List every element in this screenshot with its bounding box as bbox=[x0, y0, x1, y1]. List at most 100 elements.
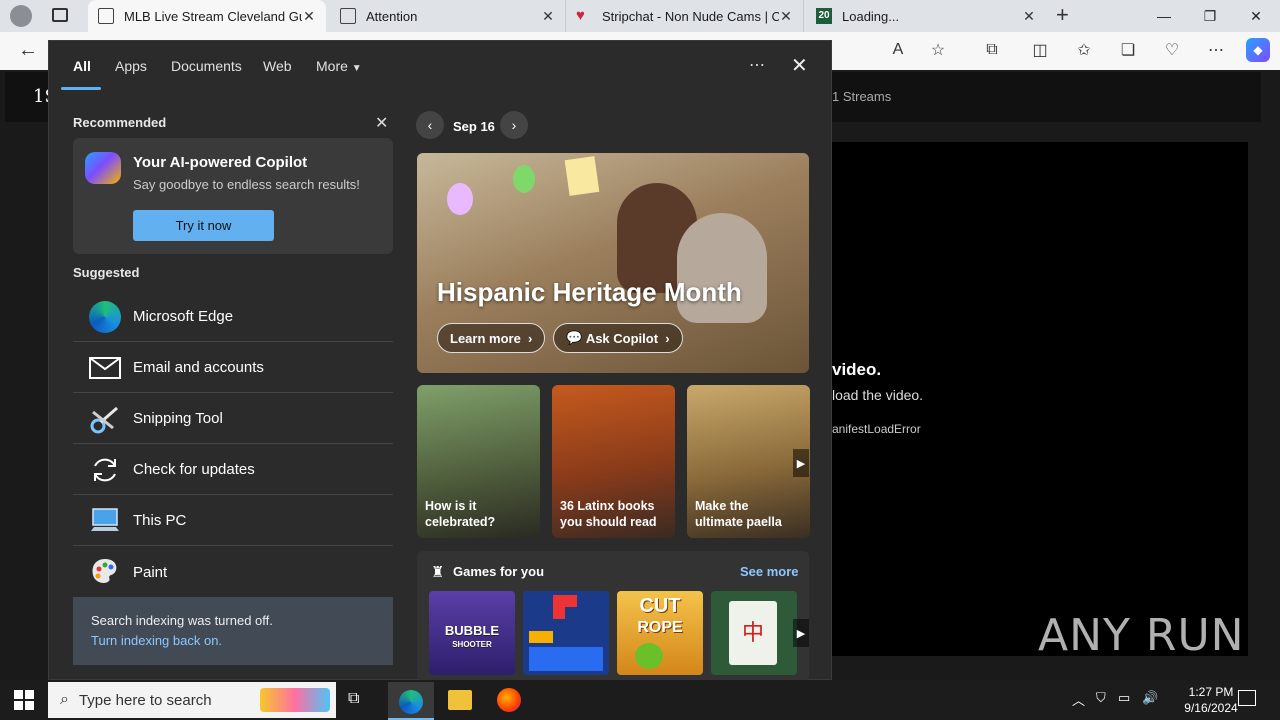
close-tab-icon[interactable]: ✕ bbox=[1022, 8, 1036, 25]
device-icon[interactable]: ⛉ bbox=[1096, 690, 1106, 706]
volume-icon[interactable]: 🔊 bbox=[1142, 690, 1158, 706]
search-placeholder: Type here to search bbox=[78, 691, 212, 709]
tetris-blocks-graphic bbox=[529, 595, 603, 671]
games-next-icon[interactable]: ▶ bbox=[793, 619, 809, 647]
tab-actions-icon[interactable] bbox=[52, 8, 68, 22]
search-icon: ⌕ bbox=[60, 691, 69, 708]
tab-mlb[interactable]: MLB Live Stream Cleveland Guar ✕ bbox=[88, 0, 326, 32]
nav-streams-link[interactable]: 1 Streams bbox=[832, 89, 891, 104]
snipping-icon bbox=[87, 401, 123, 437]
learn-more-button[interactable]: Learn more › bbox=[437, 323, 546, 353]
chevron-right-icon: › bbox=[528, 330, 533, 346]
tab-attention[interactable]: Attention ✕ bbox=[330, 0, 566, 32]
show-hidden-icons-icon[interactable]: ︿ bbox=[1072, 690, 1085, 709]
close-tab-icon[interactable]: ✕ bbox=[779, 8, 793, 25]
tab-loading[interactable]: 20 Loading... ✕ bbox=[806, 0, 1046, 32]
split-screen-icon[interactable]: ◫ bbox=[1028, 38, 1052, 62]
tile-caption-line: you should read bbox=[560, 515, 657, 529]
close-panel-icon[interactable]: ✕ bbox=[791, 53, 808, 78]
tile-caption: How is it celebrated? bbox=[425, 498, 495, 530]
turn-indexing-on-link[interactable]: Turn indexing back on. bbox=[91, 633, 222, 648]
hero-card[interactable]: Hispanic Heritage Month Learn more › 💬 A… bbox=[417, 153, 809, 373]
notifications-icon[interactable] bbox=[1238, 690, 1256, 706]
try-it-now-button[interactable]: Try it now bbox=[133, 210, 274, 241]
suggested-item-email[interactable]: Email and accounts bbox=[73, 343, 393, 393]
more-options-icon[interactable]: ⋯ bbox=[1204, 38, 1228, 62]
learn-more-label: Learn more bbox=[450, 330, 521, 346]
favorite-star-icon[interactable]: ☆ bbox=[926, 38, 950, 62]
tab-more[interactable]: More ▼ bbox=[316, 58, 362, 74]
suggested-item-paint[interactable]: Paint bbox=[73, 547, 393, 597]
file-explorer-icon[interactable] bbox=[448, 690, 472, 710]
next-day-icon[interactable]: › bbox=[500, 111, 528, 139]
tab-all[interactable]: All bbox=[73, 58, 91, 74]
copilot-title: Your AI-powered Copilot bbox=[133, 154, 308, 171]
game-cut-the-rope[interactable]: CUT ROPE bbox=[617, 591, 703, 675]
firefox-icon[interactable] bbox=[497, 688, 521, 712]
games-icon: ♜ bbox=[431, 564, 445, 581]
chevron-down-icon: ▼ bbox=[351, 63, 362, 74]
tile-celebrated[interactable]: How is it celebrated? bbox=[417, 385, 540, 538]
game-title-line: SHOOTER bbox=[452, 640, 492, 649]
game-bubble-shooter[interactable]: BUBBLE SHOOTER bbox=[429, 591, 515, 675]
tiles-next-icon[interactable]: ▶ bbox=[793, 449, 809, 477]
see-more-link[interactable]: See more bbox=[740, 564, 799, 579]
tile-paella[interactable]: Make the ultimate paella bbox=[687, 385, 810, 538]
tile-caption: 36 Latinx books you should read bbox=[560, 498, 657, 530]
search-highlight-graphic bbox=[260, 688, 330, 712]
tab-more-label: More bbox=[316, 58, 348, 74]
hero-title: Hispanic Heritage Month bbox=[437, 277, 742, 307]
start-search-panel: All Apps Documents Web More ▼ ⋯ ✕ Recomm… bbox=[48, 40, 832, 681]
tab-web[interactable]: Web bbox=[263, 58, 292, 74]
extensions-icon[interactable]: ⧉ bbox=[980, 38, 1004, 62]
games-heading: Games for you bbox=[453, 564, 545, 579]
suggested-item-this-pc[interactable]: This PC bbox=[73, 496, 393, 546]
game-mahjong[interactable]: 中 bbox=[711, 591, 797, 675]
game-title: CUT bbox=[639, 595, 681, 617]
tab-apps[interactable]: Apps bbox=[115, 58, 147, 74]
suggested-item-edge[interactable]: Microsoft Edge bbox=[73, 292, 393, 342]
page-icon bbox=[98, 8, 114, 24]
read-aloud-icon[interactable]: A bbox=[886, 38, 910, 62]
previous-day-icon[interactable]: ‹ bbox=[416, 111, 444, 139]
taskbar-search-box[interactable]: ⌕ Type here to search bbox=[48, 682, 336, 718]
recommended-heading: Recommended bbox=[73, 115, 167, 130]
collections-icon[interactable]: ❏ bbox=[1116, 38, 1140, 62]
suggested-item-updates[interactable]: Check for updates bbox=[73, 445, 393, 495]
ask-copilot-button[interactable]: 💬 Ask Copilot › bbox=[553, 323, 683, 353]
close-window-icon[interactable]: ✕ bbox=[1233, 0, 1279, 32]
network-icon[interactable]: ▭ bbox=[1118, 690, 1130, 706]
favorites-icon[interactable]: ✩ bbox=[1072, 38, 1096, 62]
tile-books[interactable]: 36 Latinx books you should read bbox=[552, 385, 675, 538]
video-player[interactable]: video. load the video. anifestLoadError … bbox=[828, 142, 1248, 661]
indexing-text: Search indexing was turned off. bbox=[91, 613, 273, 628]
tab-stripchat[interactable]: ♥ Stripchat - Non Nude Cams | Ch ✕ bbox=[566, 0, 804, 32]
dismiss-recommended-icon[interactable]: ✕ bbox=[375, 113, 388, 133]
game-title: ROPE bbox=[637, 619, 683, 636]
browser-essentials-icon[interactable]: ♡ bbox=[1160, 38, 1184, 62]
close-tab-icon[interactable]: ✕ bbox=[302, 8, 316, 25]
chat-icon: 💬 bbox=[566, 330, 583, 345]
task-view-icon[interactable]: ⧉ bbox=[348, 690, 359, 708]
new-tab-icon[interactable]: + bbox=[1056, 4, 1076, 28]
suggested-item-snipping[interactable]: Snipping Tool bbox=[73, 394, 393, 444]
profile-avatar-icon[interactable] bbox=[10, 5, 32, 27]
minimize-icon[interactable]: — bbox=[1141, 0, 1187, 32]
tile-caption-line: celebrated? bbox=[425, 515, 496, 529]
back-arrow-icon[interactable]: ← bbox=[16, 38, 40, 62]
windows-start-icon[interactable] bbox=[14, 690, 34, 710]
taskbar-edge-button[interactable] bbox=[388, 682, 434, 720]
maximize-icon[interactable]: ❐ bbox=[1187, 0, 1233, 32]
suggested-item-label: This PC bbox=[133, 512, 187, 529]
om-nom-graphic bbox=[635, 643, 663, 669]
heart-icon: ♥ bbox=[576, 7, 585, 24]
more-options-icon[interactable]: ⋯ bbox=[749, 55, 765, 75]
close-tab-icon[interactable]: ✕ bbox=[541, 8, 555, 25]
game-blocks[interactable] bbox=[523, 591, 609, 675]
site-favicon: 20 bbox=[816, 8, 832, 24]
edge-icon bbox=[87, 299, 123, 335]
suggested-heading: Suggested bbox=[73, 265, 140, 280]
tab-documents[interactable]: Documents bbox=[171, 58, 242, 74]
copilot-icon[interactable]: ◆ bbox=[1246, 38, 1270, 62]
browser-tab-bar: MLB Live Stream Cleveland Guar ✕ Attenti… bbox=[0, 0, 1280, 32]
